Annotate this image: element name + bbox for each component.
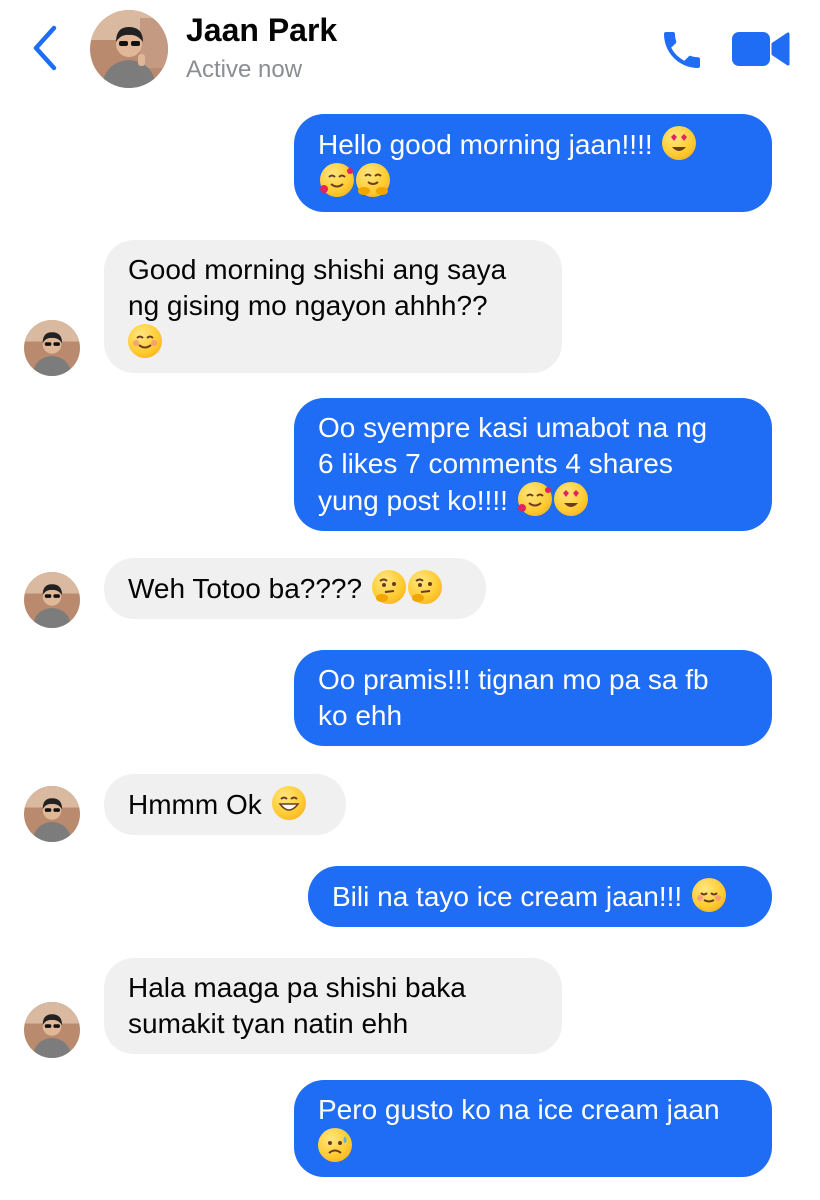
contact-name[interactable]: Jaan Park — [186, 12, 337, 49]
message-text: Oo syempre kasi umabot na ng — [318, 412, 708, 443]
contact-avatar-small[interactable] — [24, 320, 80, 376]
chat-header: Jaan Park Active now — [0, 0, 820, 100]
voice-call-button[interactable] — [658, 26, 706, 74]
message-text: Bili na tayo ice cream jaan!!! — [332, 881, 683, 912]
message-text: Hmmm Ok — [128, 789, 262, 820]
incoming-message[interactable]: Hmmm Ok — [104, 774, 346, 835]
outgoing-message[interactable]: Oo syempre kasi umabot na ng 6 likes 7 c… — [294, 398, 772, 531]
message-text: sumakit tyan natin ehh — [128, 1008, 409, 1039]
incoming-message[interactable]: Hala maaga pa shishi baka sumakit tyan n… — [104, 958, 562, 1054]
presence-status: Active now — [186, 56, 303, 83]
message-text: ko ehh — [318, 700, 403, 731]
contact-avatar[interactable] — [90, 10, 168, 88]
outgoing-message[interactable]: Bili na tayo ice cream jaan!!! — [308, 866, 772, 927]
back-button[interactable] — [26, 22, 66, 74]
contact-avatar-small[interactable] — [24, 786, 80, 842]
hugging-emoji-icon — [356, 163, 390, 197]
relieved-blush-emoji-icon — [691, 878, 726, 912]
contact-avatar-small[interactable] — [24, 1002, 80, 1058]
contact-avatar-small[interactable] — [24, 572, 80, 628]
message-text: 6 likes 7 comments 4 shares — [318, 448, 673, 479]
phone-icon — [664, 32, 700, 68]
smiling-blush-emoji-icon — [128, 324, 162, 358]
sad-sweat-emoji-icon — [318, 1128, 352, 1162]
incoming-message[interactable]: Weh Totoo ba???? — [104, 558, 486, 619]
message-text: Oo pramis!!! tignan mo pa sa fb — [318, 664, 709, 695]
message-text: Pero gusto ko na ice cream jaan — [318, 1094, 720, 1125]
video-call-button[interactable] — [730, 28, 792, 70]
message-text: Hala maaga pa shishi baka — [128, 972, 466, 1003]
outgoing-message[interactable]: Hello good morning jaan!!!! — [294, 114, 772, 212]
smiling-hearts-emoji-icon — [320, 163, 354, 197]
chevron-left-icon — [33, 25, 57, 71]
chat-screen: Jaan Park Active now Hello good morning … — [0, 0, 820, 1200]
outgoing-message[interactable]: Oo pramis!!! tignan mo pa sa fb ko ehh — [294, 650, 772, 746]
thinking-emoji-icon — [371, 570, 406, 604]
incoming-message[interactable]: Good morning shishi ang saya ng gising m… — [104, 240, 562, 373]
thinking-emoji-icon — [407, 570, 442, 604]
grinning-emoji-icon — [271, 786, 306, 820]
video-camera-icon — [732, 32, 790, 66]
message-text: Hello good morning jaan!!!! — [318, 129, 653, 160]
message-text: yung post ko!!!! — [318, 485, 508, 516]
heart-eyes-emoji-icon — [553, 482, 588, 516]
message-text: Weh Totoo ba???? — [128, 573, 363, 604]
message-text: Good morning shishi ang saya — [128, 254, 507, 285]
smiling-hearts-emoji-icon — [517, 482, 552, 516]
outgoing-message[interactable]: Pero gusto ko na ice cream jaan — [294, 1080, 772, 1177]
message-text: ng gising mo ngayon ahhh?? — [128, 290, 488, 321]
heart-eyes-emoji-icon — [662, 126, 697, 160]
